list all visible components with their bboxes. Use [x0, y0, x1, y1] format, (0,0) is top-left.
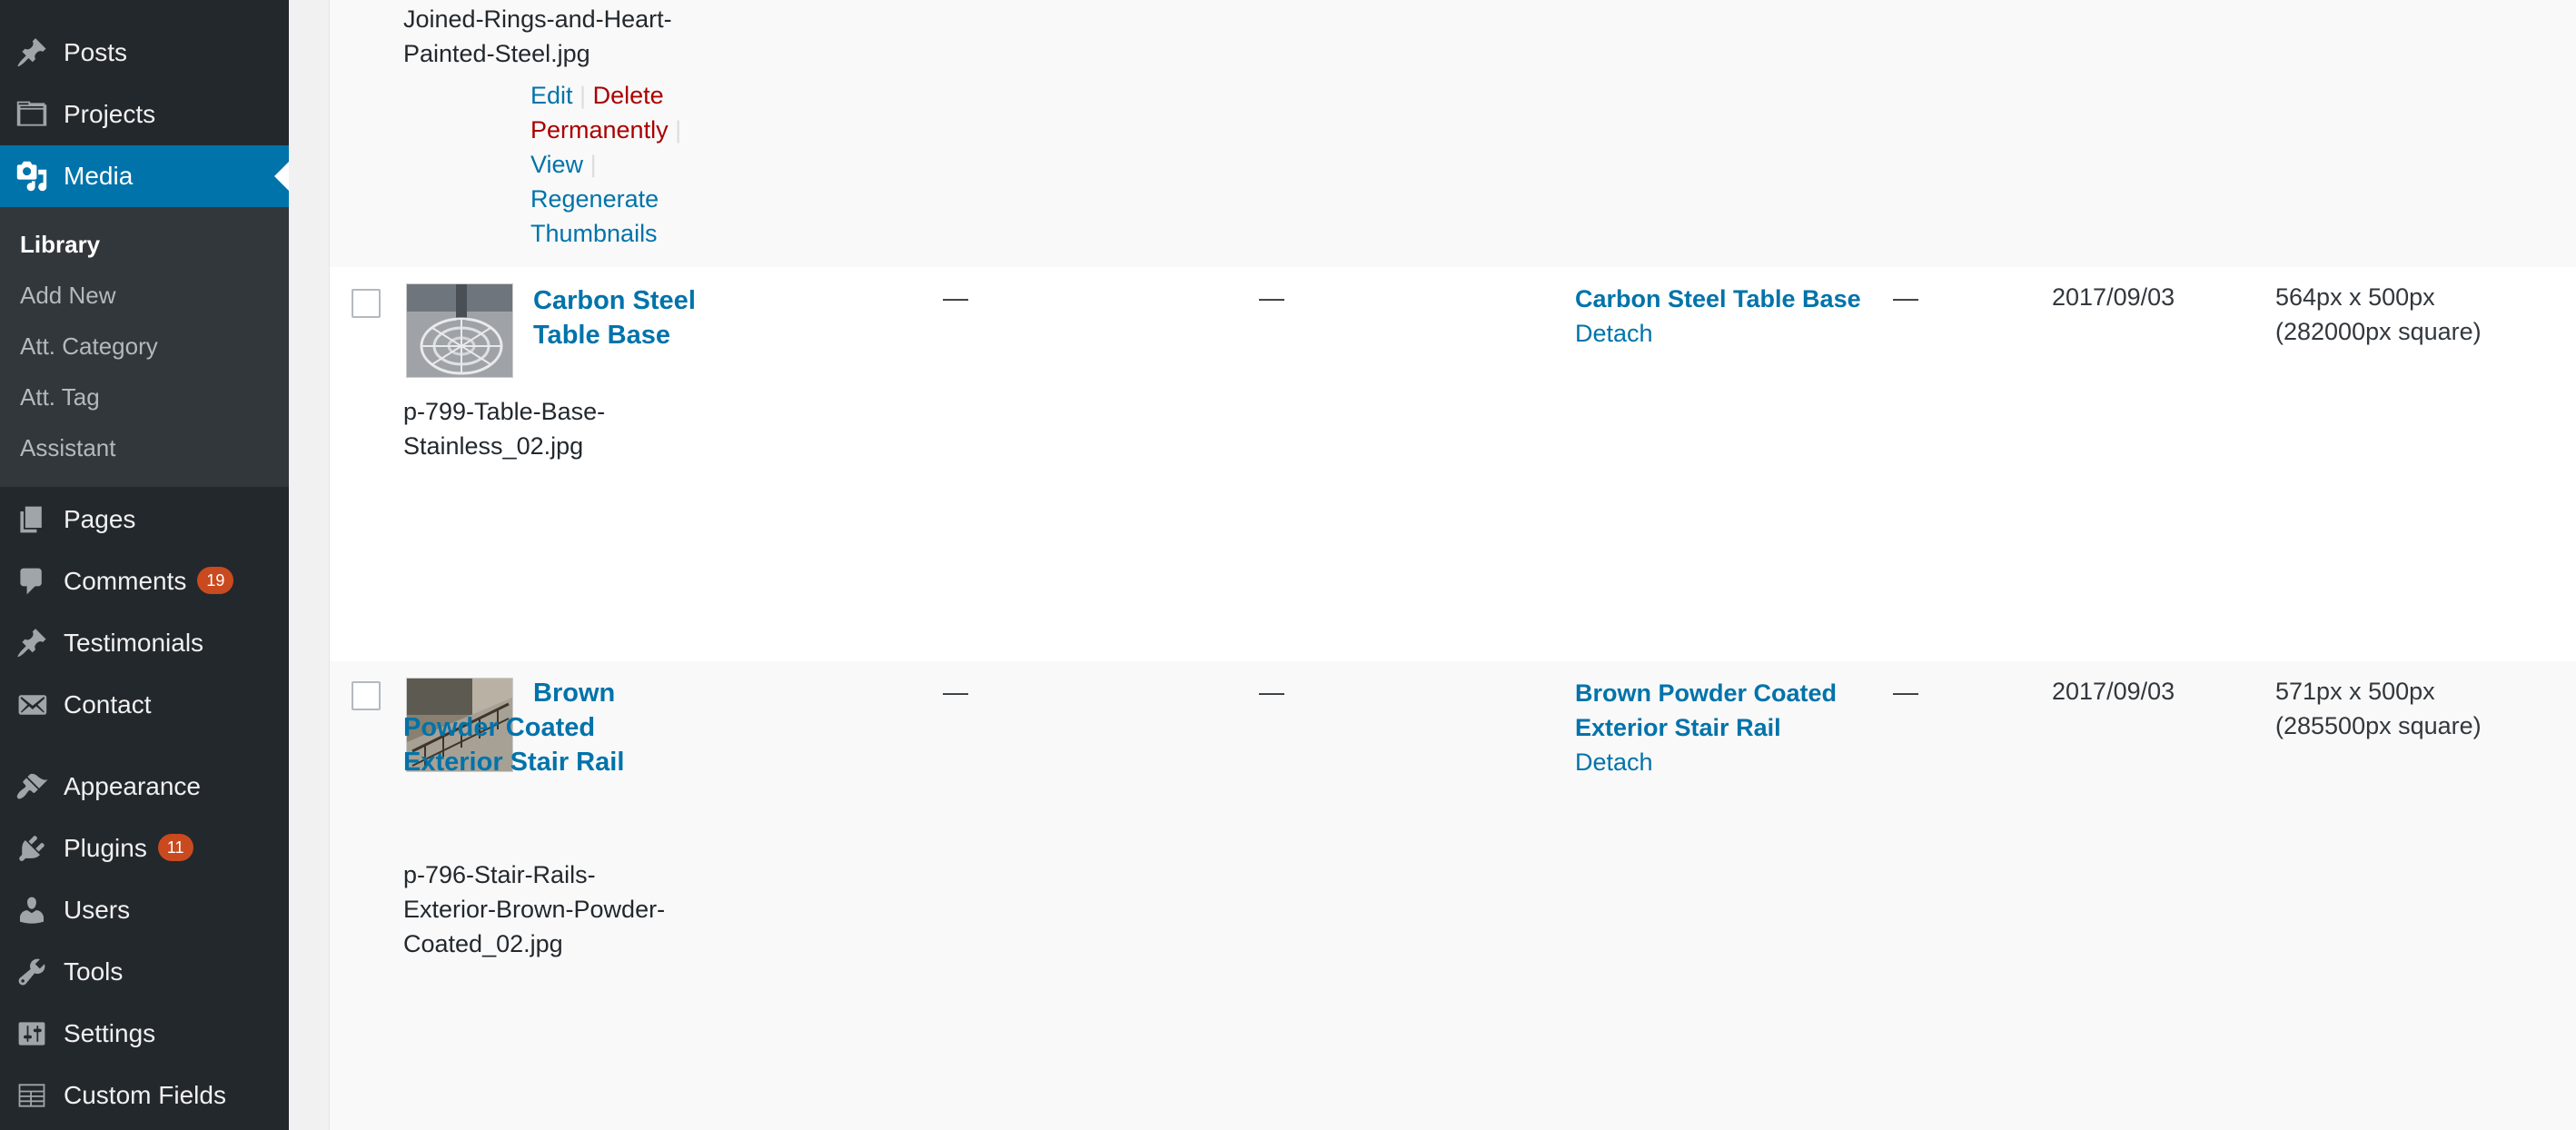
media-icon [15, 159, 49, 193]
menu-comments-label: Comments 19 [64, 566, 234, 597]
settings-icon [15, 1016, 49, 1051]
row-filename: Joined-Rings-and-Heart-Painted-Steel.jpg [403, 5, 672, 67]
menu-settings[interactable]: Settings [0, 1003, 289, 1065]
author-cell: — [943, 283, 968, 312]
row-checkbox[interactable] [352, 289, 381, 318]
media-title-link[interactable]: Carbon Steel Table Base [533, 283, 706, 352]
menu-posts-label: Posts [64, 38, 128, 66]
menu-appearance[interactable]: Appearance [0, 756, 289, 818]
folder-icon [15, 97, 49, 132]
media-list-table: Joined-Rings-and-Heart-Painted-Steel.jpg… [329, 0, 2576, 1130]
pin-icon [15, 626, 49, 660]
row-actions: Edit | Delete Permanently | View | Regen… [530, 78, 712, 251]
submenu-assistant[interactable]: Assistant [20, 434, 116, 462]
menu-media[interactable]: Media [0, 145, 289, 207]
menu-custom-fields[interactable]: Custom Fields [0, 1065, 289, 1126]
regenerate-thumbnails-link[interactable]: Regenerate Thumbnails [530, 185, 659, 247]
menu-tools[interactable]: Tools [0, 941, 289, 1003]
admin-sidebar: Posts Projects Media Library Add New Att… [0, 0, 289, 1130]
menu-comments-text: Comments [64, 566, 187, 595]
dimensions-cell: 564px x 500px (282000px square) [2275, 280, 2548, 349]
menu-comments[interactable]: Comments 19 [0, 550, 289, 612]
plugins-count-badge: 11 [157, 834, 193, 862]
menu-testimonials[interactable]: Testimonials [0, 612, 289, 674]
media-submenu: Library Add New Att. Category Att. Tag A… [0, 207, 289, 487]
table-row: Carbon Steel Table Base p-799-Table-Base… [330, 267, 2576, 661]
submenu-att-category[interactable]: Att. Category [20, 332, 158, 361]
submenu-library[interactable]: Library [20, 231, 100, 259]
menu-contact-label: Contact [64, 690, 152, 719]
row-filename: p-796-Stair-Rails-Exterior-Brown-Powder-… [403, 861, 666, 957]
brush-icon [15, 769, 49, 804]
menu-projects[interactable]: Projects [0, 84, 289, 145]
plugin-icon [15, 831, 49, 866]
separator: | [580, 82, 587, 109]
separator: | [675, 116, 682, 144]
menu-users[interactable]: Users [0, 879, 289, 941]
row-filename: p-799-Table-Base-Stainless_02.jpg [403, 398, 606, 460]
detach-link[interactable]: Detach [1575, 748, 1653, 777]
menu-plugins-label: Plugins 11 [64, 834, 193, 864]
comments-cell: — [1893, 678, 1918, 706]
menu-contact[interactable]: Contact [0, 674, 289, 736]
content-gutter [289, 0, 329, 1130]
edit-link[interactable]: Edit [530, 82, 573, 109]
table-row: Brown Powder Coated Exterior Stair Rail … [330, 661, 2576, 1130]
separator: | [590, 151, 597, 178]
menu-media-label: Media [64, 162, 134, 190]
menu-settings-label: Settings [64, 1019, 156, 1047]
menu-users-label: Users [64, 896, 131, 924]
media-title-link[interactable]: Brown Powder Coated Exterior Stair Rail [403, 676, 676, 779]
menu-tools-label: Tools [64, 957, 124, 986]
pages-icon [15, 502, 49, 537]
author-cell: — [943, 678, 968, 706]
main-content: Joined-Rings-and-Heart-Painted-Steel.jpg… [289, 0, 2576, 1130]
menu-custom-fields-label: Custom Fields [64, 1081, 226, 1109]
fields-icon [15, 1078, 49, 1113]
attached-to-link[interactable]: Carbon Steel Table Base [1575, 282, 1884, 316]
menu-plugins[interactable]: Plugins 11 [0, 818, 289, 879]
attached-to-link[interactable]: Brown Powder Coated Exterior Stair Rail [1575, 676, 1866, 745]
submenu-add-new[interactable]: Add New [20, 282, 116, 310]
dimensions-cell: 571px x 500px (285500px square) [2275, 674, 2548, 743]
menu-plugins-text: Plugins [64, 833, 147, 862]
menu-projects-label: Projects [64, 100, 156, 128]
menu-appearance-label: Appearance [64, 772, 202, 800]
submenu-att-tag[interactable]: Att. Tag [20, 383, 100, 411]
view-link[interactable]: View [530, 151, 583, 178]
menu-pages[interactable]: Pages [0, 489, 289, 550]
mail-icon [15, 688, 49, 722]
wrench-icon [15, 955, 49, 989]
menu-pages-label: Pages [64, 505, 136, 533]
comments-cell: — [1893, 283, 1918, 312]
detach-link[interactable]: Detach [1575, 320, 1653, 348]
comments-count-badge: 19 [197, 567, 234, 595]
menu-testimonials-label: Testimonials [64, 629, 204, 657]
user-icon [15, 893, 49, 927]
area-value: (285500px square) [2275, 712, 2482, 739]
media-thumbnail[interactable] [406, 283, 513, 378]
pin-icon [15, 35, 49, 70]
dimensions-value: 564px x 500px [2275, 283, 2435, 311]
menu-posts[interactable]: Posts [0, 22, 289, 84]
categories-cell: — [1259, 283, 1284, 312]
table-row: Joined-Rings-and-Heart-Painted-Steel.jpg… [330, 0, 2576, 267]
area-value: (282000px square) [2275, 318, 2482, 345]
categories-cell: — [1259, 678, 1284, 706]
date-cell: 2017/09/03 [2052, 283, 2175, 311]
date-cell: 2017/09/03 [2052, 678, 2175, 705]
row-checkbox[interactable] [352, 681, 381, 710]
dimensions-value: 571px x 500px [2275, 678, 2435, 705]
comment-icon [15, 564, 49, 599]
